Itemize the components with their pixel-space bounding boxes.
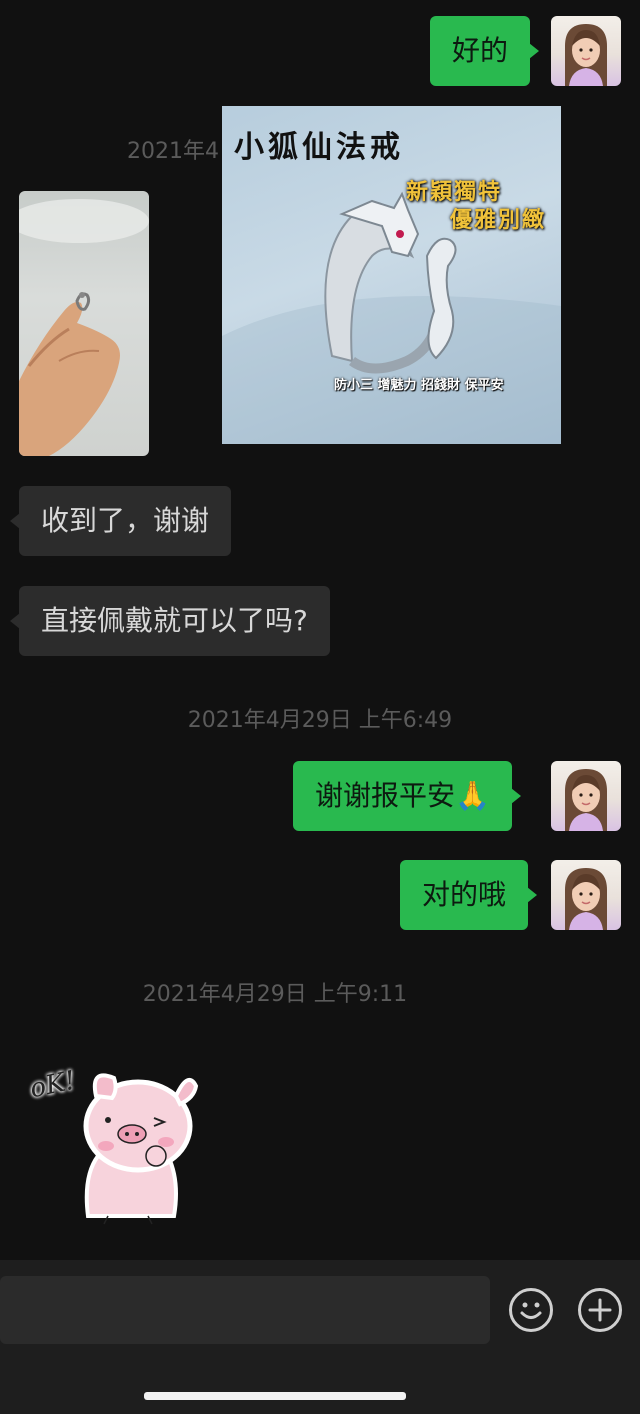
avatar[interactable] bbox=[551, 16, 621, 86]
plus-icon bbox=[588, 1298, 612, 1322]
outgoing-message-bubble[interactable]: 对的哦 bbox=[400, 860, 538, 930]
avatar-photo bbox=[565, 868, 607, 930]
pig-ok-sticker[interactable]: oK! bbox=[27, 1056, 203, 1226]
incoming-photo-message[interactable] bbox=[19, 191, 149, 456]
message-input[interactable] bbox=[0, 1276, 490, 1344]
incoming-message-bubble[interactable]: 直接佩戴就可以了吗? bbox=[10, 586, 330, 656]
avatar[interactable] bbox=[551, 860, 621, 930]
input-bar bbox=[0, 1260, 640, 1414]
message-text: 直接佩戴就可以了吗? bbox=[41, 604, 308, 637]
message-text: 对的哦 bbox=[422, 878, 507, 911]
smiley-icon bbox=[520, 1302, 542, 1319]
hand-ring-photo bbox=[19, 199, 149, 456]
avatar-photo bbox=[565, 769, 607, 831]
message-text: 谢谢报平安 bbox=[315, 779, 456, 812]
home-indicator[interactable] bbox=[144, 1392, 406, 1400]
fox-ring-illustration bbox=[222, 191, 561, 444]
outgoing-message-bubble[interactable]: 谢谢报平安🙏 bbox=[293, 761, 521, 831]
outgoing-message-bubble[interactable]: 好的 bbox=[430, 16, 540, 86]
timestamp: 2021年4月29日 上午9:11 bbox=[142, 982, 408, 1007]
message-text: 收到了，谢谢 bbox=[41, 504, 210, 537]
incoming-message-bubble[interactable]: 收到了，谢谢 bbox=[9, 486, 232, 556]
message-text: 好的 bbox=[452, 34, 509, 67]
product-image-message[interactable]: 小狐仙法戒 新穎獨特 優雅別緻 防小三 增魅力 招錢財 保平安 bbox=[222, 106, 561, 444]
emoji-button[interactable] bbox=[509, 1288, 553, 1332]
timestamp: 2021年4 bbox=[127, 139, 219, 164]
avatar[interactable] bbox=[551, 761, 621, 831]
avatar-photo bbox=[565, 24, 607, 86]
more-button[interactable] bbox=[578, 1288, 622, 1332]
timestamp: 2021年4月29日 上午6:49 bbox=[187, 708, 453, 733]
product-footer: 防小三 增魅力 招錢財 保平安 bbox=[334, 378, 504, 393]
praying-hands-emoji: 🙏 bbox=[455, 779, 490, 812]
